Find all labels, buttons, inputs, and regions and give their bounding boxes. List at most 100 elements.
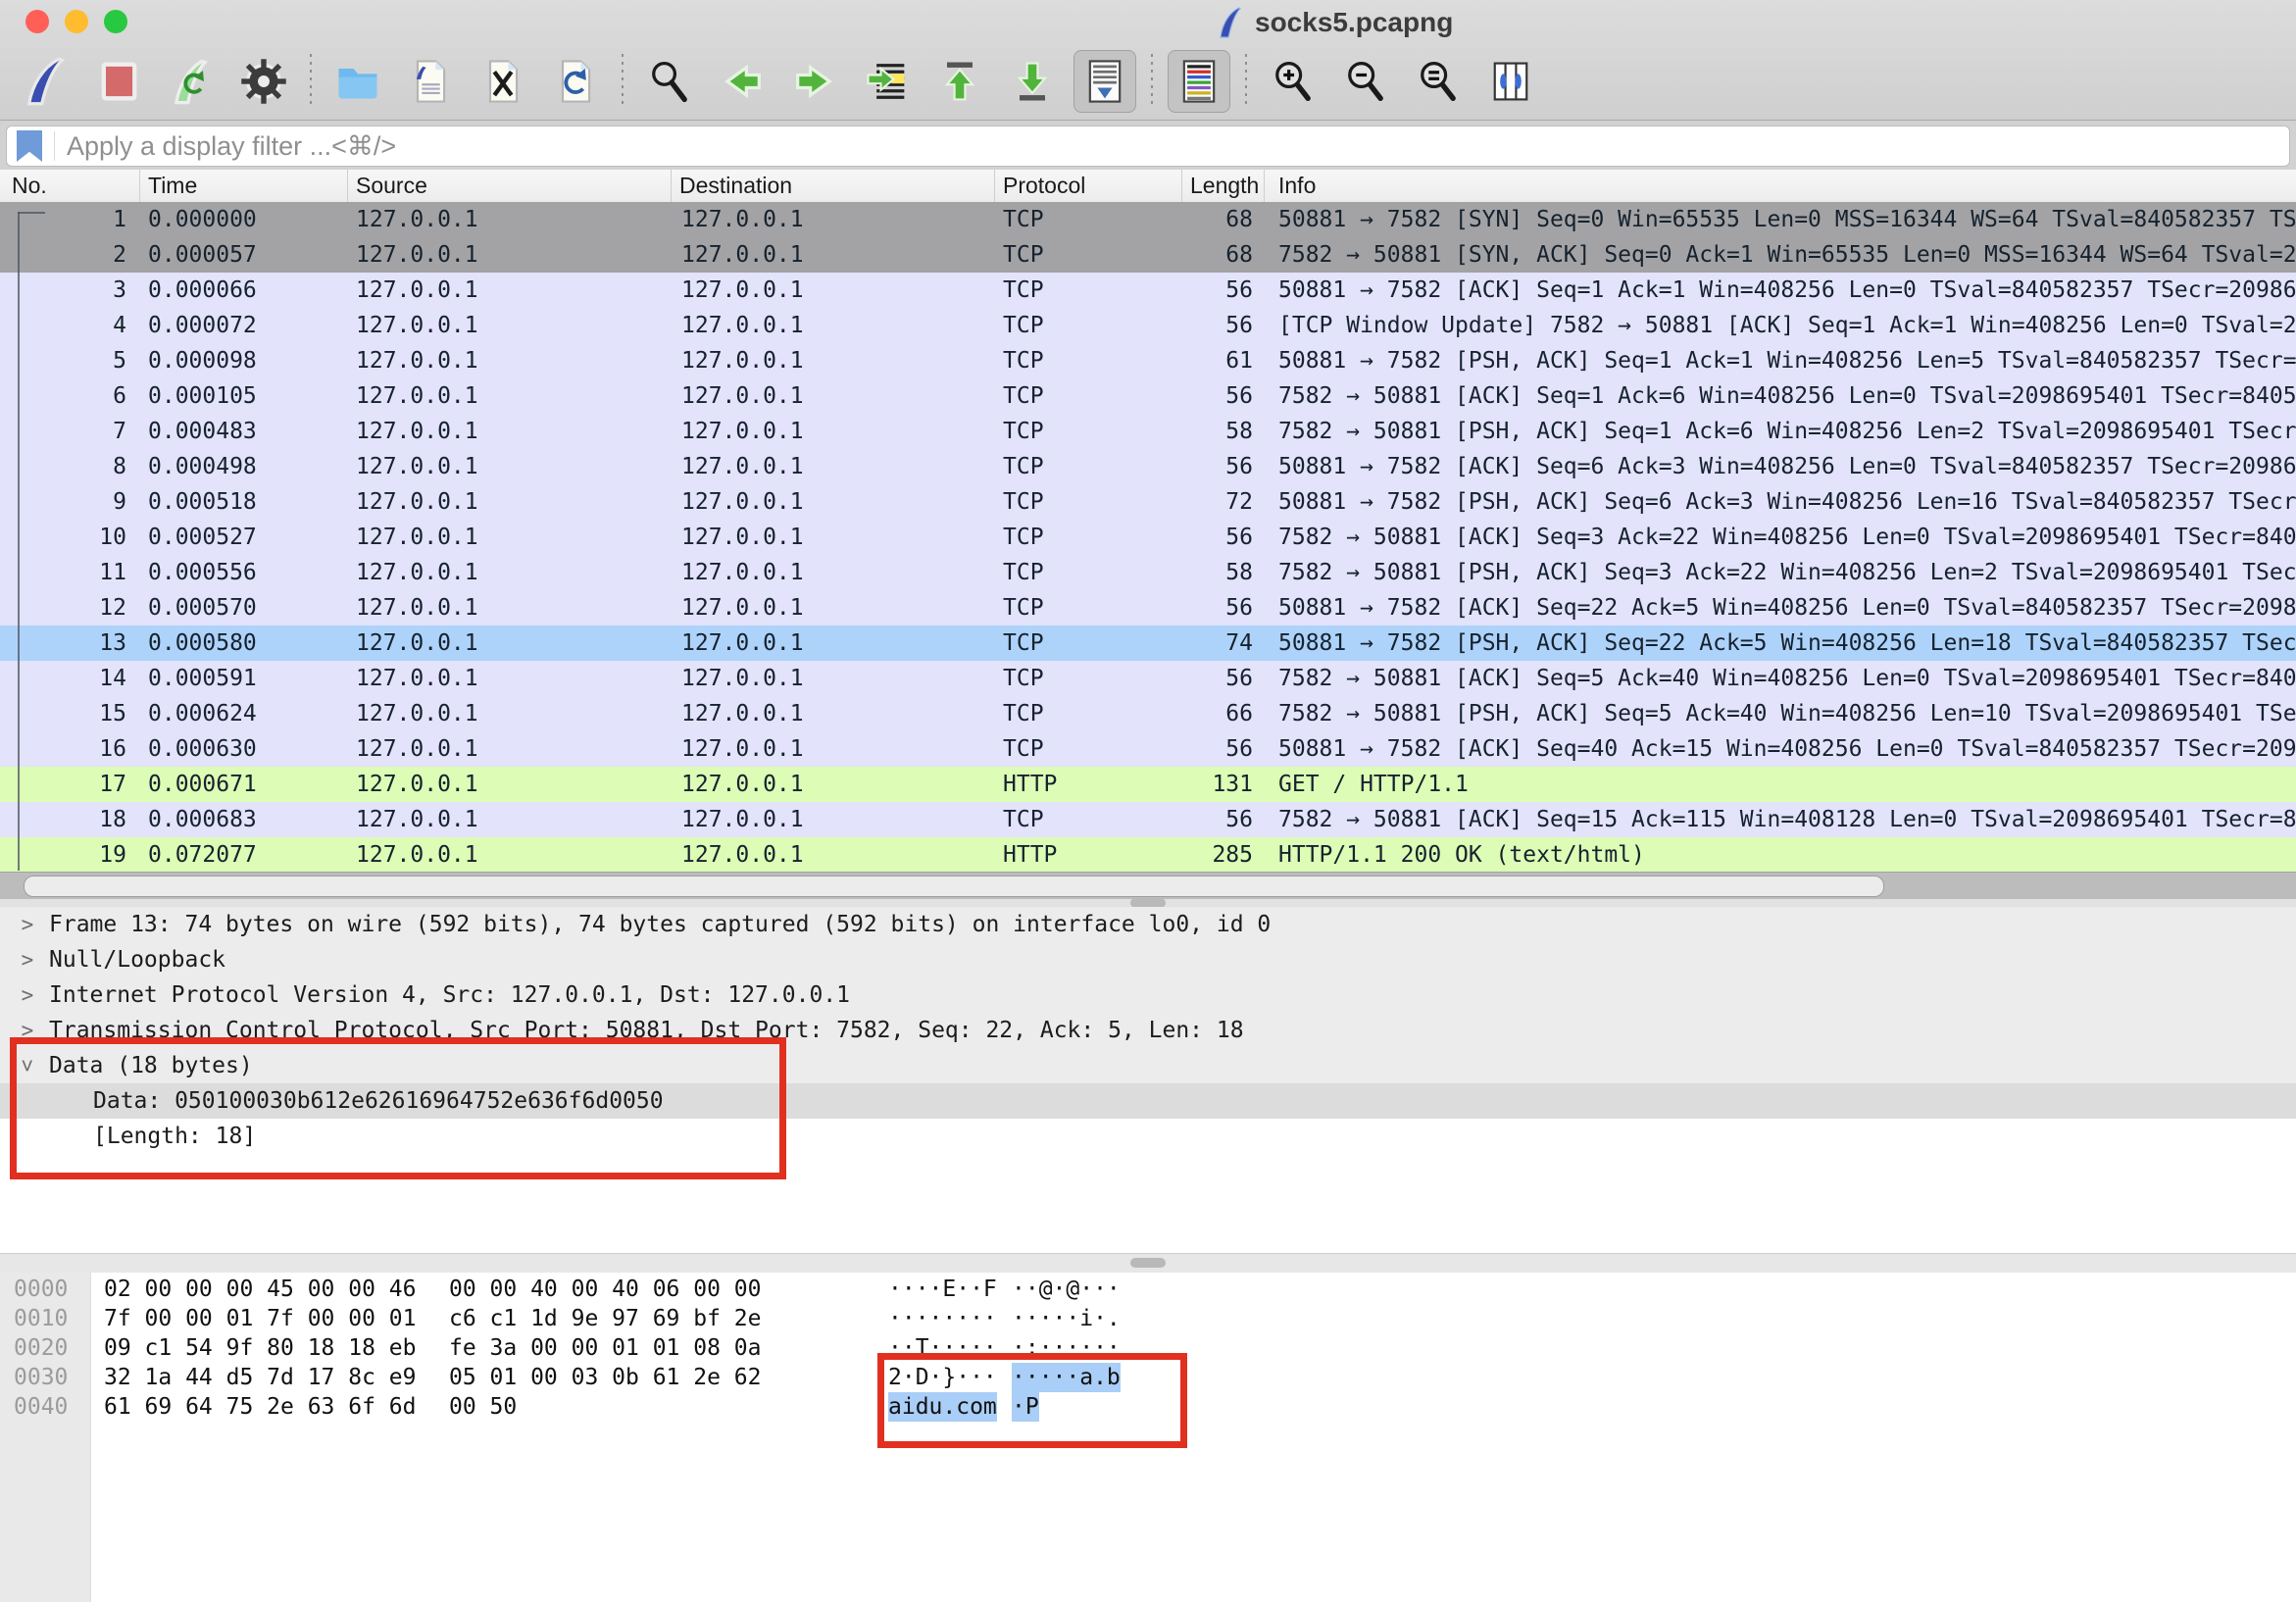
packet-row-5[interactable]: 50.000098127.0.0.1127.0.0.1TCP6150881 → … xyxy=(0,343,2296,378)
reload-file-button[interactable] xyxy=(544,50,607,113)
hex-bytes[interactable]: c6 c1 1d 9e 97 69 bf 2e xyxy=(449,1304,762,1333)
chevron-collapsed-icon[interactable]: > xyxy=(16,942,39,977)
cell-time: 0.000105 xyxy=(140,378,348,414)
details-hex-splitter[interactable] xyxy=(0,1253,2296,1275)
open-file-folder-icon xyxy=(332,56,383,107)
ascii-bytes[interactable]: ····E··F xyxy=(888,1275,997,1304)
cell-src: 127.0.0.1 xyxy=(348,414,672,449)
cell-dst: 127.0.0.1 xyxy=(672,731,995,767)
wireshark-window: socks5.pcapng No.TimeSourceDestinationPr… xyxy=(0,0,2296,1602)
column-header-time[interactable]: Time xyxy=(140,170,348,202)
ascii-bytes[interactable]: ··@·@··· xyxy=(1012,1275,1121,1304)
hex-bytes[interactable]: 00 00 40 00 40 06 00 00 xyxy=(449,1275,762,1304)
packet-row-6[interactable]: 60.000105127.0.0.1127.0.0.1TCP567582 → 5… xyxy=(0,378,2296,414)
packet-row-4[interactable]: 40.000072127.0.0.1127.0.0.1TCP56[TCP Win… xyxy=(0,308,2296,343)
packet-row-11[interactable]: 110.000556127.0.0.1127.0.0.1TCP587582 → … xyxy=(0,555,2296,590)
stop-capture-button[interactable] xyxy=(87,50,150,113)
cell-no: 12 xyxy=(0,590,140,626)
splitter-handle[interactable] xyxy=(1130,1258,1166,1268)
packet-row-19[interactable]: 190.072077127.0.0.1127.0.0.1HTTP285HTTP/… xyxy=(0,837,2296,873)
go-back-button[interactable] xyxy=(711,50,774,113)
window-title: socks5.pcapng xyxy=(1216,6,1453,39)
ascii-bytes[interactable]: ········ xyxy=(888,1304,997,1333)
go-to-packet-button[interactable] xyxy=(856,50,919,113)
ascii-bytes[interactable]: ·····i·. xyxy=(1012,1304,1121,1333)
resize-columns-button[interactable] xyxy=(1479,50,1542,113)
detail-row-2[interactable]: >Internet Protocol Version 4, Src: 127.0… xyxy=(0,977,2296,1013)
detail-row-0[interactable]: >Frame 13: 74 bytes on wire (592 bits), … xyxy=(0,907,2296,942)
packet-row-12[interactable]: 120.000570127.0.0.1127.0.0.1TCP5650881 →… xyxy=(0,590,2296,626)
cell-info: 50881 → 7582 [ACK] Seq=22 Ack=5 Win=4082… xyxy=(1265,590,2296,626)
zoom-out-icon xyxy=(1340,56,1391,107)
save-file-button[interactable] xyxy=(399,50,462,113)
column-header-protocol[interactable]: Protocol xyxy=(995,170,1182,202)
go-forward-button[interactable] xyxy=(783,50,846,113)
column-header-length[interactable]: Length xyxy=(1182,170,1265,202)
packet-row-3[interactable]: 30.000066127.0.0.1127.0.0.1TCP5650881 → … xyxy=(0,273,2296,308)
hex-bytes[interactable]: 7f 00 00 01 7f 00 00 01 xyxy=(104,1304,417,1333)
packet-row-1[interactable]: 10.000000127.0.0.1127.0.0.1TCP6850881 → … xyxy=(0,202,2296,237)
cell-no: 13 xyxy=(0,626,140,661)
zoom-out-button[interactable] xyxy=(1334,50,1397,113)
go-to-top-button[interactable] xyxy=(928,50,991,113)
chevron-collapsed-icon[interactable]: > xyxy=(16,907,39,942)
fullscreen-window-button[interactable] xyxy=(104,10,127,33)
cell-no: 16 xyxy=(0,731,140,767)
column-header-source[interactable]: Source xyxy=(348,170,672,202)
cell-len: 56 xyxy=(1182,378,1265,414)
chevron-collapsed-icon[interactable]: > xyxy=(16,977,39,1013)
cell-time: 0.000072 xyxy=(140,308,348,343)
hex-bytes[interactable]: fe 3a 00 00 01 01 08 0a xyxy=(449,1333,762,1363)
hex-bytes[interactable]: 09 c1 54 9f 80 18 18 eb xyxy=(104,1333,417,1363)
auto-scroll-button[interactable] xyxy=(1073,50,1136,113)
go-to-bottom-button[interactable] xyxy=(1001,50,1064,113)
capture-options-gear-button[interactable] xyxy=(232,50,295,113)
close-file-button[interactable] xyxy=(472,50,534,113)
detail-row-1[interactable]: >Null/Loopback xyxy=(0,942,2296,977)
packet-row-10[interactable]: 100.000527127.0.0.1127.0.0.1TCP567582 → … xyxy=(0,520,2296,555)
packet-row-15[interactable]: 150.000624127.0.0.1127.0.0.1TCP667582 → … xyxy=(0,696,2296,731)
hex-bytes[interactable]: 61 69 64 75 2e 63 6f 6d xyxy=(104,1392,417,1422)
column-header-info[interactable]: Info xyxy=(1265,170,2296,202)
list-details-splitter[interactable] xyxy=(0,899,2296,907)
colorize-packets-button[interactable] xyxy=(1168,50,1230,113)
packet-row-9[interactable]: 90.000518127.0.0.1127.0.0.1TCP7250881 → … xyxy=(0,484,2296,520)
zoom-original-button[interactable] xyxy=(1407,50,1470,113)
packet-row-17[interactable]: 170.000671127.0.0.1127.0.0.1HTTP131GET /… xyxy=(0,767,2296,802)
cell-src: 127.0.0.1 xyxy=(348,802,672,837)
packet-row-7[interactable]: 70.000483127.0.0.1127.0.0.1TCP587582 → 5… xyxy=(0,414,2296,449)
cell-dst: 127.0.0.1 xyxy=(672,802,995,837)
start-capture-fin-button[interactable] xyxy=(15,50,77,113)
cell-src: 127.0.0.1 xyxy=(348,837,672,873)
close-window-button[interactable] xyxy=(25,10,49,33)
cell-len: 56 xyxy=(1182,661,1265,696)
auto-scroll-icon xyxy=(1079,56,1130,107)
packet-row-14[interactable]: 140.000591127.0.0.1127.0.0.1TCP567582 → … xyxy=(0,661,2296,696)
packet-row-16[interactable]: 160.000630127.0.0.1127.0.0.1TCP5650881 →… xyxy=(0,731,2296,767)
packet-row-2[interactable]: 20.000057127.0.0.1127.0.0.1TCP687582 → 5… xyxy=(0,237,2296,273)
open-file-folder-button[interactable] xyxy=(326,50,389,113)
display-filter-input[interactable] xyxy=(55,130,2289,163)
packet-row-18[interactable]: 180.000683127.0.0.1127.0.0.1TCP567582 → … xyxy=(0,802,2296,837)
hex-bytes[interactable]: 05 01 00 03 0b 61 2e 62 xyxy=(449,1363,762,1392)
hex-bytes[interactable]: 02 00 00 00 45 00 00 46 xyxy=(104,1275,417,1304)
cell-no: 9 xyxy=(0,484,140,520)
column-header-destination[interactable]: Destination xyxy=(672,170,995,202)
hex-bytes[interactable]: 32 1a 44 d5 7d 17 8c e9 xyxy=(104,1363,417,1392)
hex-bytes[interactable]: 00 50 xyxy=(449,1392,517,1422)
packet-list-hscrollbar-thumb[interactable] xyxy=(24,876,1884,897)
find-packet-button[interactable] xyxy=(638,50,701,113)
filter-bookmark-icon[interactable] xyxy=(17,130,42,162)
packet-row-13[interactable]: 130.000580127.0.0.1127.0.0.1TCP7450881 →… xyxy=(0,626,2296,661)
column-header-no[interactable]: No. xyxy=(0,170,140,202)
cell-no: 6 xyxy=(0,378,140,414)
zoom-in-button[interactable] xyxy=(1262,50,1324,113)
minimize-window-button[interactable] xyxy=(65,10,88,33)
packet-row-8[interactable]: 80.000498127.0.0.1127.0.0.1TCP5650881 → … xyxy=(0,449,2296,484)
toolbar-separator xyxy=(310,54,312,109)
restart-capture-button[interactable] xyxy=(160,50,223,113)
cell-no: 3 xyxy=(0,273,140,308)
cell-len: 58 xyxy=(1182,414,1265,449)
cell-dst: 127.0.0.1 xyxy=(672,308,995,343)
cell-proto: HTTP xyxy=(995,767,1182,802)
